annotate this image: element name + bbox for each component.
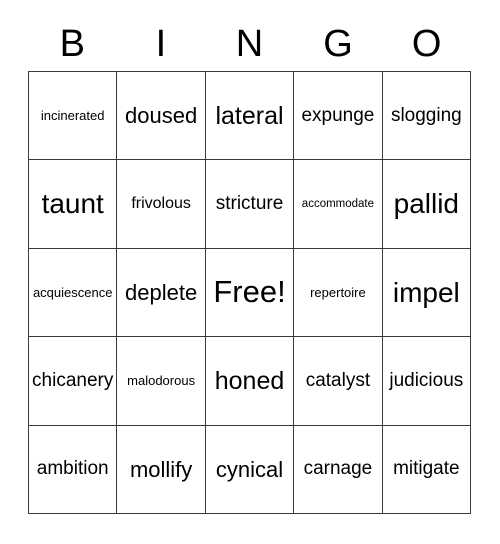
bingo-card: B I N G O incinerated doused lateral expung… <box>0 0 500 544</box>
bingo-cell-label: cynical <box>215 456 284 482</box>
bingo-cell[interactable]: expunge <box>294 72 383 161</box>
bingo-cell[interactable]: lateral <box>205 72 295 161</box>
bingo-row: taunt frivolous stricture accommodate pallid <box>29 160 472 249</box>
bingo-row: ambition mollify cynical carnage mitigate <box>29 425 472 515</box>
bingo-cell-label: slogging <box>390 104 462 126</box>
bingo-cell[interactable]: Free! <box>205 248 295 338</box>
bingo-cell-label: frivolous <box>131 194 191 212</box>
bingo-cell[interactable]: impel <box>382 248 472 338</box>
bingo-cell-label: catalyst <box>305 369 371 391</box>
bingo-cell[interactable]: ambition <box>29 425 118 515</box>
bingo-cell[interactable]: acquiescence <box>29 248 118 338</box>
bingo-cell[interactable]: accommodate <box>294 160 383 249</box>
header-letter-o: O <box>411 23 442 65</box>
bingo-cell-label: ambition <box>36 458 109 480</box>
bingo-cell-label: honed <box>214 366 285 395</box>
bingo-cell-label: deplete <box>125 279 198 305</box>
bingo-cell-label: carnage <box>303 458 373 480</box>
bingo-cell-label: acquiescence <box>32 284 113 300</box>
bingo-cell-label: taunt <box>41 188 104 220</box>
bingo-cell[interactable]: judicious <box>382 337 472 426</box>
bingo-cell[interactable]: cynical <box>205 425 295 515</box>
bingo-cell-label: accommodate <box>301 198 375 211</box>
bingo-cell-label: judicious <box>389 369 464 391</box>
bingo-cell[interactable]: doused <box>117 72 206 161</box>
bingo-cell[interactable]: repertoire <box>294 248 383 338</box>
bingo-cell[interactable]: incinerated <box>29 72 118 161</box>
bingo-cell[interactable]: pallid <box>382 160 472 249</box>
bingo-cell[interactable]: mollify <box>117 425 206 515</box>
bingo-row: chicanery malodorous honed catalyst judiciou… <box>29 337 472 426</box>
bingo-row: incinerated doused lateral expunge slogging <box>29 72 472 161</box>
bingo-cell[interactable]: taunt <box>29 160 118 249</box>
bingo-cell[interactable]: malodorous <box>117 337 206 426</box>
bingo-cell[interactable]: frivolous <box>117 160 206 249</box>
bingo-cell-label: lateral <box>215 101 284 130</box>
bingo-cell[interactable]: carnage <box>294 425 383 515</box>
header-letter-n: N <box>235 23 264 65</box>
bingo-cell[interactable]: catalyst <box>294 337 383 426</box>
bingo-cell-label: chicanery <box>32 369 114 391</box>
bingo-cell[interactable]: deplete <box>117 248 206 338</box>
bingo-cell[interactable]: honed <box>205 337 295 426</box>
bingo-cell[interactable]: slogging <box>382 72 472 161</box>
header-letter-b: B <box>59 23 85 65</box>
bingo-grid: incinerated doused lateral expunge slogging t… <box>28 71 472 515</box>
bingo-cell-label: expunge <box>301 104 375 126</box>
header-letter-i: I <box>155 23 167 65</box>
bingo-cell-label: Free! <box>213 274 286 310</box>
bingo-cell-label: mitigate <box>393 458 460 480</box>
bingo-header: B I N G O <box>28 17 471 71</box>
header-letter-g: G <box>323 23 353 65</box>
bingo-cell[interactable]: mitigate <box>382 425 472 515</box>
bingo-cell-label: repertoire <box>310 284 366 300</box>
bingo-cell-label: mollify <box>129 456 193 482</box>
bingo-cell-label: doused <box>125 103 198 129</box>
bingo-cell-label: impel <box>392 276 460 308</box>
bingo-cell-label: stricture <box>215 193 284 215</box>
bingo-cell[interactable]: stricture <box>205 160 295 249</box>
bingo-cell-label: pallid <box>393 188 460 220</box>
bingo-row: acquiescence deplete Free! repertoire impel <box>29 248 472 338</box>
bingo-cell-label: incinerated <box>40 107 105 123</box>
bingo-cell-label: malodorous <box>127 373 196 389</box>
bingo-cell[interactable]: chicanery <box>29 337 118 426</box>
